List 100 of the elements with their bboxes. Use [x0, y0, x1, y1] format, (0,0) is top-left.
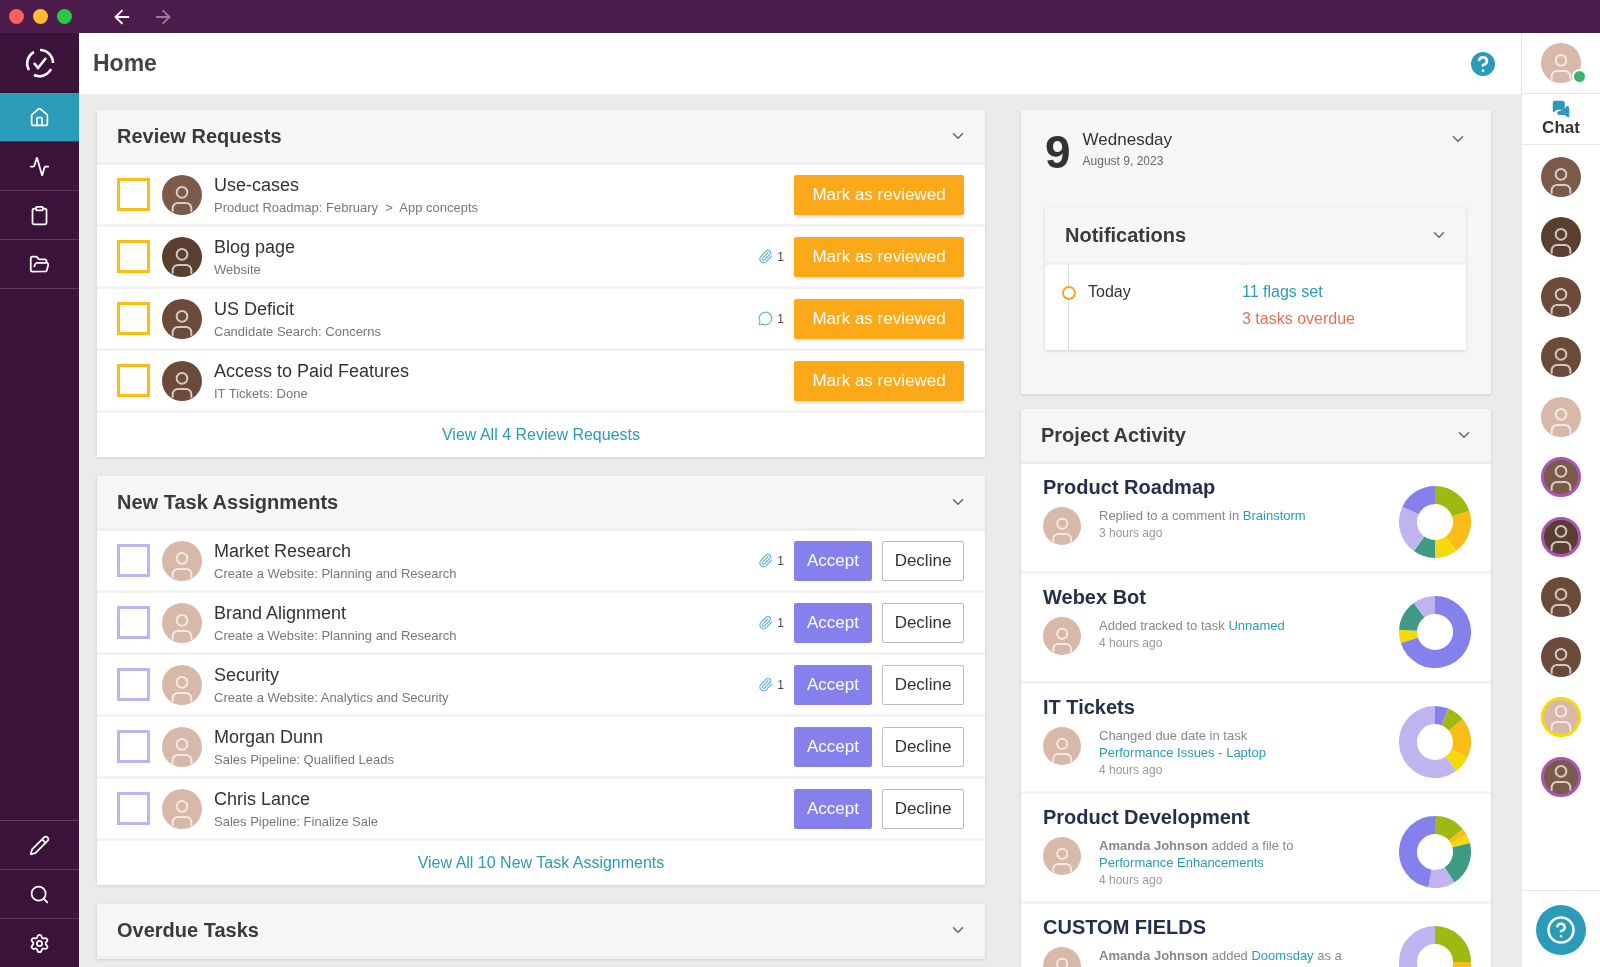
avatar-photo	[1043, 617, 1081, 655]
task-title: Access to Paid Features	[214, 360, 411, 382]
home-icon	[29, 106, 50, 128]
decline-button[interactable]: Decline	[882, 602, 964, 643]
task-title: Morgan Dunn	[214, 726, 325, 748]
checkbox[interactable]	[117, 606, 150, 639]
page-title: Home	[93, 50, 157, 77]
task-subtitle: Website	[214, 261, 262, 277]
avatar-photo	[162, 664, 202, 705]
mark-as-reviewed-button[interactable]: Mark as reviewed	[794, 360, 964, 401]
task-title: Brand Alignment	[214, 602, 348, 624]
activity-link[interactable]: Brainstorm	[1242, 508, 1306, 523]
count-label: 1	[777, 677, 784, 692]
avatar-photo	[1043, 727, 1081, 765]
avatar-photo	[162, 360, 202, 401]
task-subtitle: Sales Pipeline: Qualified Leads	[214, 751, 395, 767]
folder-icon	[29, 253, 50, 275]
panel-title: Review Requests	[117, 124, 282, 148]
maximize-window-button[interactable]	[57, 9, 72, 24]
logo-icon	[23, 47, 56, 79]
date-label: August 9, 2023	[1082, 154, 1165, 168]
paperclip-icon	[758, 677, 774, 692]
comment-icon	[758, 311, 774, 326]
decline-button[interactable]: Decline	[882, 664, 964, 705]
panel-title: Project Activity	[1041, 423, 1186, 447]
donut-chart	[1399, 706, 1471, 778]
close-window-button[interactable]	[9, 9, 24, 24]
task-subtitle: Create a Website: Planning and Research	[214, 565, 458, 581]
count-label: 1	[777, 311, 784, 326]
checkbox[interactable]	[117, 302, 150, 335]
clipboard-icon	[29, 204, 50, 226]
task-title: Market Research	[214, 540, 353, 562]
help-button[interactable]	[1536, 905, 1586, 955]
decline-button[interactable]: Decline	[882, 726, 964, 767]
checkbox[interactable]	[117, 240, 150, 273]
avatar-photo	[162, 540, 202, 581]
chat-bubbles-icon	[1552, 100, 1570, 118]
chat-tab[interactable]: Chat	[1522, 94, 1600, 145]
task-subtitle: Create a Website: Planning and Research	[214, 627, 458, 643]
avatar-photo	[1043, 507, 1081, 545]
decline-button[interactable]: Decline	[882, 788, 964, 829]
activity-link[interactable]: Unnamed	[1228, 618, 1285, 633]
activity-link[interactable]: Performance Enhancements	[1099, 855, 1264, 870]
weekday-label: Wednesday	[1082, 130, 1174, 150]
minimize-window-button[interactable]	[33, 9, 48, 24]
paperclip-icon	[758, 249, 774, 264]
project-title: CUSTOM FIELDS	[1043, 916, 1207, 939]
avatar-photo	[162, 726, 202, 767]
avatar-photo	[162, 298, 202, 339]
activity-time: 3 hours ago	[1099, 526, 1164, 540]
checkbox[interactable]	[117, 730, 150, 763]
task-title: Blog page	[214, 236, 297, 258]
checkbox[interactable]	[117, 178, 150, 211]
count-label: 1	[777, 553, 784, 568]
task-title: US Deficit	[214, 298, 295, 320]
help-icon	[1546, 915, 1576, 945]
avatar-photo	[1541, 43, 1581, 83]
mark-as-reviewed-button[interactable]: Mark as reviewed	[794, 298, 964, 339]
checkbox[interactable]	[117, 668, 150, 701]
donut-chart	[1399, 816, 1471, 888]
avatar-photo	[162, 236, 202, 277]
activity-description: Amanda Johnson added Doomsday as a	[1099, 947, 1342, 964]
accept-button[interactable]: Accept	[794, 602, 872, 643]
accept-button[interactable]: Accept	[794, 540, 872, 581]
avatar-photo	[1043, 837, 1081, 875]
paperclip-icon	[758, 615, 774, 630]
activity-link[interactable]: Doomsday	[1251, 948, 1314, 963]
activity-description: Amanda Johnson added a file to Performance Enhancements	[1099, 837, 1295, 871]
timeline-label: Today	[1088, 283, 1132, 302]
mark-as-reviewed-button[interactable]: Mark as reviewed	[794, 174, 964, 215]
accept-button[interactable]: Accept	[794, 788, 872, 829]
task-subtitle: IT Tickets: Done	[214, 385, 309, 401]
pulse-icon	[29, 155, 50, 177]
accept-button[interactable]: Accept	[794, 664, 872, 705]
chat-label: Chat	[1542, 118, 1580, 138]
activity-time: 4 hours ago	[1099, 636, 1164, 650]
task-subtitle: Sales Pipeline: Finalize Sale	[214, 813, 380, 829]
project-title: Product Development	[1043, 806, 1251, 829]
activity-description: Replied to a comment in Brainstorm	[1099, 507, 1306, 524]
sidebar-nav-item[interactable]	[0, 93, 79, 142]
checkbox[interactable]	[117, 364, 150, 397]
task-title: Chris Lance	[214, 788, 312, 810]
avatar-photo	[162, 174, 202, 215]
accept-button[interactable]: Accept	[794, 726, 872, 767]
project-title: Product Roadmap	[1043, 476, 1217, 499]
search-icon	[29, 883, 50, 905]
checkbox[interactable]	[117, 544, 150, 577]
notification-link[interactable]: 11 flags set	[1242, 283, 1355, 301]
view-all-link[interactable]: View All 4 Review Requests	[442, 426, 640, 444]
panel-title: Notifications	[1065, 223, 1187, 247]
avatar-photo	[162, 602, 202, 643]
decline-button[interactable]: Decline	[882, 540, 964, 581]
task-title: Security	[214, 664, 281, 686]
notification-link[interactable]: 3 tasks overdue	[1242, 310, 1355, 328]
activity-time: 4 hours ago	[1099, 763, 1164, 777]
view-all-link[interactable]: View All 10 New Task Assignments	[417, 854, 665, 872]
activity-link[interactable]: Performance Issues - Laptop	[1099, 745, 1266, 760]
donut-chart	[1399, 596, 1471, 668]
checkbox[interactable]	[117, 792, 150, 825]
mark-as-reviewed-button[interactable]: Mark as reviewed	[794, 236, 964, 277]
